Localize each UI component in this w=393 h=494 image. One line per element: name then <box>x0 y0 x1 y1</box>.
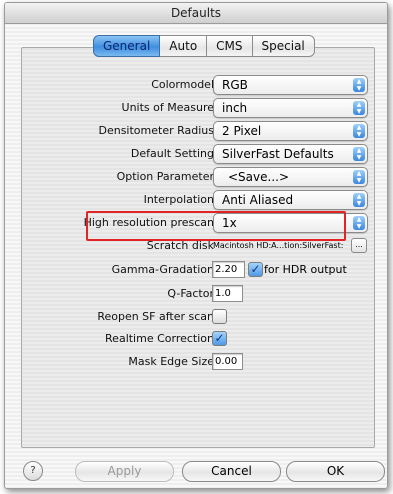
gamma-label: Gamma-Gradation <box>111 263 214 276</box>
popup-arrows-icon: ▲ ▼ <box>353 170 365 184</box>
mask-edge-row: Mask Edge Size 0.00 <box>22 352 374 372</box>
tab-general[interactable]: General <box>93 35 161 57</box>
default-setting-value: SilverFast Defaults <box>222 147 334 161</box>
mask-edge-label: Mask Edge Size <box>128 355 214 368</box>
q-factor-row: Q-Factor 1.0 <box>22 284 374 304</box>
ok-button[interactable]: OK <box>286 461 385 482</box>
popup-arrows-icon: ▲ ▼ <box>353 101 365 115</box>
hdr-output-checkbox[interactable]: ✓ <box>248 262 263 277</box>
default-setting-label: Default Setting <box>130 147 214 160</box>
colormodel-value: RGB <box>222 78 248 92</box>
colormodel-popup[interactable]: RGB ▲ ▼ <box>213 75 368 95</box>
realtime-checkbox[interactable]: ✓ <box>212 331 227 346</box>
default-setting-row: Default Setting SilverFast Defaults ▲ ▼ <box>22 144 374 164</box>
gamma-highlight-box <box>86 211 346 241</box>
mask-edge-field[interactable]: 0.00 <box>212 353 243 370</box>
interpolation-popup[interactable]: Anti Aliased ▲ ▼ <box>213 190 368 210</box>
densitometer-row: Densitometer Radius 2 Pixel ▲ ▼ <box>22 121 374 141</box>
popup-arrows-icon: ▲ ▼ <box>353 147 365 161</box>
units-label: Units of Measure <box>121 101 214 114</box>
popup-arrows-icon: ▲ ▼ <box>353 124 365 138</box>
reopen-label: Reopen SF after scan <box>97 310 214 323</box>
colormodel-row: Colormodel RGB ▲ ▼ <box>22 75 374 95</box>
reopen-row: Reopen SF after scan <box>22 307 374 327</box>
defaults-dialog: Defaults General Auto CMS Special Colorm… <box>4 2 388 489</box>
scratch-disk-browse-button[interactable]: ... <box>351 238 367 253</box>
tab-cms[interactable]: CMS <box>207 35 253 57</box>
tab-special[interactable]: Special <box>252 35 315 57</box>
densitometer-value: 2 Pixel <box>222 124 262 138</box>
colormodel-label: Colormodel <box>151 78 214 91</box>
popup-arrows-icon: ▲ ▼ <box>353 78 365 92</box>
interpolation-row: Interpolation Anti Aliased ▲ ▼ <box>22 190 374 210</box>
window-title: Defaults <box>5 3 387 24</box>
tab-bar: General Auto CMS Special <box>93 35 315 57</box>
option-parameter-value: <Save...> <box>228 170 290 184</box>
q-factor-label: Q-Factor <box>167 287 214 300</box>
hdr-output-label: for HDR output <box>264 263 347 276</box>
tab-auto[interactable]: Auto <box>160 35 208 57</box>
apply-button[interactable]: Apply <box>75 461 174 482</box>
gamma-field[interactable]: 2.20 <box>212 261 245 278</box>
densitometer-popup[interactable]: 2 Pixel ▲ ▼ <box>213 121 368 141</box>
q-factor-field[interactable]: 1.0 <box>212 285 243 302</box>
popup-arrows-icon: ▲ ▼ <box>353 216 365 230</box>
help-button[interactable]: ? <box>23 461 43 481</box>
interpolation-value: Anti Aliased <box>222 193 294 207</box>
interpolation-label: Interpolation <box>143 193 214 206</box>
popup-arrows-icon: ▲ ▼ <box>353 193 365 207</box>
cancel-button[interactable]: Cancel <box>182 461 281 482</box>
densitometer-label: Densitometer Radius <box>98 124 214 137</box>
option-parameter-label: Option Parameter <box>116 170 214 183</box>
default-setting-popup[interactable]: SilverFast Defaults ▲ ▼ <box>213 144 368 164</box>
realtime-label: Realtime Correction <box>105 332 214 345</box>
reopen-checkbox[interactable] <box>212 309 227 324</box>
general-panel: Colormodel RGB ▲ ▼ Units of Measure inch … <box>21 47 375 448</box>
realtime-row: Realtime Correction ✓ <box>22 329 374 349</box>
units-popup[interactable]: inch ▲ ▼ <box>213 98 368 118</box>
units-value: inch <box>222 101 248 115</box>
gamma-row: Gamma-Gradation 2.20 ✓ for HDR output <box>22 260 374 280</box>
units-row: Units of Measure inch ▲ ▼ <box>22 98 374 118</box>
option-parameter-popup[interactable]: <Save...> ▲ ▼ <box>213 167 368 187</box>
option-parameter-row: Option Parameter <Save...> ▲ ▼ <box>22 167 374 187</box>
